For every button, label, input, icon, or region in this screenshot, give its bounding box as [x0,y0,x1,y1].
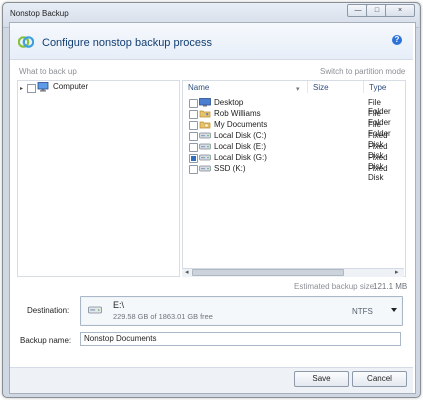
row-name: Local Disk (E:) [214,142,267,151]
computer-icon [37,82,49,92]
scroll-left-icon[interactable]: ◂ [185,268,189,276]
help-icon[interactable]: ? [392,35,402,45]
page-title: Configure nonstop backup process [42,37,212,49]
row-checkbox[interactable] [189,99,198,108]
list-item-desktop[interactable]: Desktop File Folder [184,97,404,116]
list-item-local-disk-e[interactable]: Local Disk (E:) Fixed Disk [184,141,404,160]
row-checkbox[interactable] [189,121,198,130]
close-button[interactable]: × [385,4,415,17]
destination-free-space: 229.58 GB of 1863.01 GB free [113,312,213,321]
destination-label: Destination: [27,306,70,315]
save-button[interactable]: Save [294,371,349,387]
estimated-size-label: Estimated backup size: [294,282,377,291]
sort-chevron-down-icon[interactable]: ▾ [296,85,300,93]
column-divider [363,81,364,93]
list-item-local-disk-c[interactable]: Local Disk (C:) Fixed Disk [184,130,404,149]
list-item-ssd-k[interactable]: SSD (K:) Fixed Disk [184,163,404,182]
row-name: Desktop [214,98,244,107]
row-name: Rob Williams [214,109,261,118]
column-divider [307,81,308,93]
row-name: Local Disk (G:) [214,153,267,162]
backup-name-label: Backup name: [20,336,72,345]
row-checkbox[interactable] [189,154,198,163]
cancel-button[interactable]: Cancel [352,371,407,387]
list-item-my-documents[interactable]: My Documents File Folder [184,119,404,138]
scroll-right-icon[interactable]: ▸ [395,268,399,276]
tree-item-computer[interactable]: Computer [53,82,88,91]
row-name: My Documents [214,120,268,129]
desktop-icon [199,98,211,107]
row-checkbox[interactable] [189,132,198,141]
documents-icon [199,121,211,129]
drive-icon [199,154,211,161]
column-header-type[interactable]: Type [369,83,386,92]
column-header-name[interactable]: Name [188,83,209,92]
expand-arrow-icon[interactable]: ▸ [20,85,26,92]
computer-checkbox[interactable] [27,84,36,93]
destination-path: E:\ [113,300,125,310]
row-type: Fixed Disk [368,164,388,182]
window-title: Nonstop Backup [10,9,69,18]
user-folder-icon [199,110,211,118]
nonstop-backup-logo-icon [18,36,34,48]
destination-filesystem: NTFS [352,307,373,316]
estimated-size-value: 121.1 MB [373,282,408,291]
source-tree-pane [17,80,180,277]
row-name: Local Disk (C:) [214,131,267,140]
what-to-back-up-label: What to back up [19,67,77,76]
drive-icon [199,165,211,172]
drive-icon [199,132,211,139]
switch-to-partition-mode-link[interactable]: Switch to partition mode [320,67,405,76]
row-checkbox[interactable] [189,110,198,119]
list-item-rob-williams[interactable]: Rob Williams File Folder [184,108,404,127]
row-checkbox[interactable] [189,165,198,174]
backup-name-input[interactable] [80,332,401,346]
scrollbar-thumb[interactable] [192,269,344,276]
row-checkbox[interactable] [189,143,198,152]
list-item-local-disk-g[interactable]: Local Disk (G:) Fixed Disk [184,152,404,171]
row-name: SSD (K:) [214,164,246,173]
drive-icon [199,143,211,150]
destination-drive-icon [88,306,102,314]
chevron-down-icon[interactable] [391,308,397,312]
column-header-size[interactable]: Size [313,83,329,92]
